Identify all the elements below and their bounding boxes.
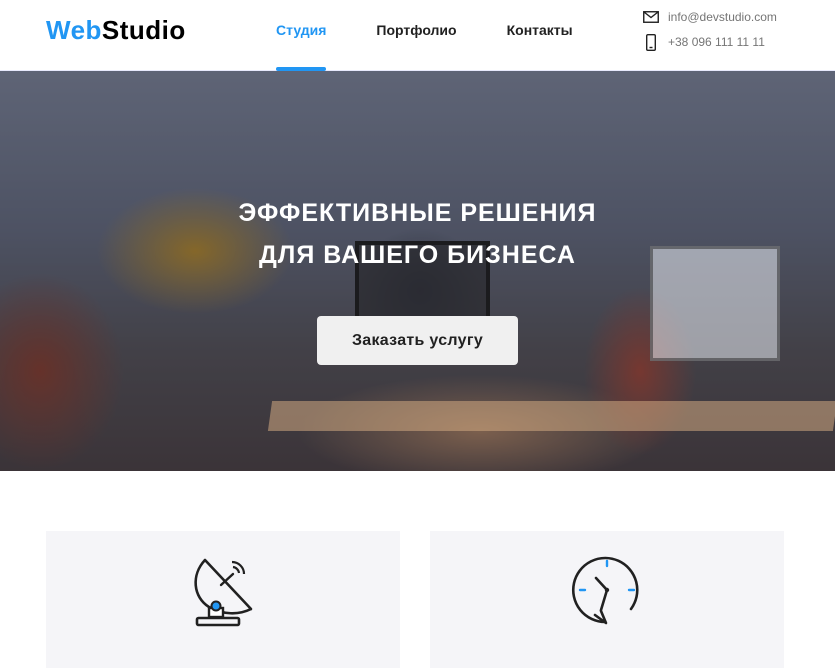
feature-card [46,531,400,668]
header-contacts: info@devstudio.com +38 096 111 11 11 [643,8,777,51]
nav-item-portfolio[interactable]: Портфолио [376,0,456,71]
logo-part-web: Web [46,15,102,45]
hero-section: Эффективные решения для вашего бизнеса З… [0,71,835,471]
feature-card [430,531,784,668]
nav-item-contacts[interactable]: Контакты [507,0,573,71]
order-service-button[interactable]: Заказать услугу [317,316,518,365]
phone-link[interactable]: +38 096 111 11 11 [643,33,777,51]
hero-title-line-1: Эффективные решения [238,199,597,227]
phone-text: +38 096 111 11 11 [668,35,765,49]
logo[interactable]: WebStudio [46,15,186,46]
email-link[interactable]: info@devstudio.com [643,8,777,26]
hero-title: Эффективные решения для вашего бизнеса [0,192,835,276]
features-section [0,471,835,668]
hero-title-line-2: для вашего бизнеса [259,241,576,269]
hero-photo-desk [267,401,835,431]
logo-part-studio: Studio [101,15,186,45]
email-text: info@devstudio.com [668,10,777,24]
smartphone-icon [646,33,656,51]
clock-refresh-icon [571,556,639,625]
hero-content: Эффективные решения для вашего бизнеса З… [0,192,835,365]
site-header: WebStudio Студия Портфолио Контакты info… [0,0,835,71]
envelope-icon [643,11,659,23]
satellite-dish-icon [194,558,253,627]
main-nav: Студия Портфолио Контакты [276,0,573,71]
nav-item-studio[interactable]: Студия [276,0,327,71]
